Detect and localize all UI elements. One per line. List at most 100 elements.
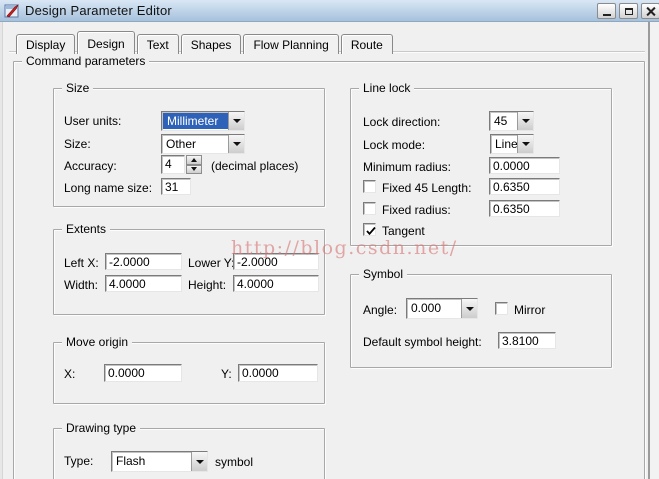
symbol-group: Symbol Angle: 0.000 Mirror Default symbo… [350,274,612,368]
tab-shapes[interactable]: Shapes [181,34,242,54]
chevron-down-icon [466,307,474,315]
close-icon [646,7,655,16]
minimize-icon [603,14,611,16]
user-units-label: User units: [64,114,121,128]
tangent-checkbox[interactable] [363,223,376,236]
chevron-down-icon [191,167,197,174]
window-controls [597,3,659,19]
height-label: Height: [188,278,226,292]
size-label: Size: [64,137,91,151]
user-units-combo[interactable]: Millimeter [161,111,245,131]
lock-mode-value: Line [491,135,517,153]
angle-dropdown-button[interactable] [461,299,477,318]
long-name-size-input[interactable] [161,178,191,195]
tab-display[interactable]: Display [16,34,75,54]
chevron-down-icon [522,119,530,127]
fixed-45-length-label: Fixed 45 Length: [382,181,471,195]
size-combo[interactable]: Other [161,134,245,154]
angle-combo[interactable]: 0.000 [406,298,478,319]
drawing-type-dropdown-button[interactable] [191,452,207,471]
size-value: Other [162,135,228,153]
move-origin-x-label: X: [64,367,75,381]
move-origin-y-input[interactable] [238,364,318,382]
angle-label: Angle: [363,303,397,317]
fixed-45-length-input[interactable] [489,178,560,195]
chevron-down-icon [196,460,204,468]
fixed-45-length-checkbox[interactable] [363,180,376,193]
angle-value: 0.000 [407,299,461,318]
chevron-down-icon [233,119,241,127]
design-parameter-editor-window: Design Parameter Editor Display Design T… [0,0,659,479]
lock-mode-label: Lock mode: [363,138,425,152]
lock-mode-dropdown-button[interactable] [517,135,533,153]
left-x-label: Left X: [64,256,99,270]
lock-direction-combo[interactable]: 45 [489,111,534,131]
tangent-label: Tangent [382,224,425,238]
default-symbol-height-label: Default symbol height: [363,335,482,349]
extents-group: Extents Left X: Lower Y: Width: Height: [53,229,325,315]
lock-direction-value: 45 [490,112,517,130]
lower-y-label: Lower Y: [188,256,234,270]
drawing-type-label: Type: [64,454,93,468]
lower-y-input[interactable] [233,253,319,270]
height-input[interactable] [233,275,319,292]
symbol-legend: Symbol [359,267,407,281]
tab-bar: Display Design Text Shapes Flow Planning… [16,31,395,54]
drawing-type-combo[interactable]: Flash [111,451,208,472]
tab-route[interactable]: Route [341,34,393,54]
lock-direction-dropdown-button[interactable] [517,112,533,130]
accuracy-spin-up-button[interactable] [186,155,202,165]
accuracy-hint: (decimal places) [211,159,298,173]
drawing-type-suffix: symbol [215,455,253,469]
close-button[interactable] [641,3,659,19]
width-input[interactable] [105,275,182,292]
left-x-input[interactable] [105,253,182,270]
check-icon [365,225,377,237]
drawing-type-value: Flash [112,452,191,471]
accuracy-value[interactable]: 4 [161,155,185,174]
tab-flow-planning[interactable]: Flow Planning [243,34,338,54]
move-origin-y-label: Y: [221,367,232,381]
line-lock-legend: Line lock [359,81,414,95]
move-origin-legend: Move origin [62,335,132,349]
accuracy-spinner[interactable]: 4 [161,155,202,174]
user-units-value: Millimeter [163,113,228,129]
fixed-radius-input[interactable] [489,200,560,217]
minimize-button[interactable] [597,3,616,19]
long-name-size-label: Long name size: [64,181,152,195]
size-legend: Size [62,81,93,95]
tab-text[interactable]: Text [137,34,179,54]
minimum-radius-input[interactable] [489,157,560,174]
accuracy-label: Accuracy: [64,159,117,173]
extents-legend: Extents [62,222,110,236]
drawing-type-group: Drawing type Type: Flash symbol [53,428,325,479]
command-parameters-legend: Command parameters [22,54,149,68]
default-symbol-height-input[interactable] [498,332,556,349]
chevron-down-icon [233,142,241,150]
fixed-radius-label: Fixed radius: [382,203,451,217]
user-units-dropdown-button[interactable] [228,112,244,130]
tab-design[interactable]: Design [77,31,134,54]
fixed-radius-checkbox[interactable] [363,202,376,215]
window-title: Design Parameter Editor [25,3,172,18]
size-dropdown-button[interactable] [228,135,244,153]
maximize-icon [625,8,633,15]
move-origin-x-input[interactable] [104,364,182,382]
accuracy-spin-down-button[interactable] [186,165,202,175]
width-label: Width: [64,278,98,292]
lock-direction-label: Lock direction: [363,115,440,129]
line-lock-group: Line lock Lock direction: 45 Lock mode: … [350,88,612,246]
app-icon [4,3,20,19]
size-group: Size User units: Millimeter Size: Other … [53,88,325,207]
window-left-frame [0,22,3,479]
drawing-type-legend: Drawing type [62,421,140,435]
mirror-label: Mirror [514,303,545,317]
mirror-checkbox[interactable] [495,302,508,315]
maximize-button[interactable] [619,3,638,19]
titlebar: Design Parameter Editor [0,0,659,22]
chevron-down-icon [522,142,530,150]
minimum-radius-label: Minimum radius: [363,160,451,174]
lock-mode-combo[interactable]: Line [490,134,534,154]
window-right-frame-strip [650,22,659,479]
move-origin-group: Move origin X: Y: [53,342,325,404]
